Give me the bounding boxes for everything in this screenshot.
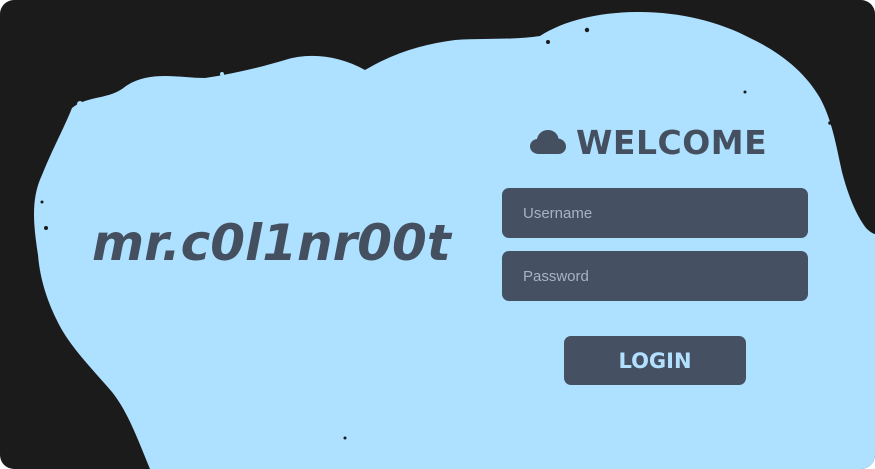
login-page: mr.c0l1nr00t WELCOME LOGIN — [0, 0, 875, 469]
username-input[interactable] — [502, 188, 808, 238]
welcome-text: WELCOME — [576, 122, 768, 162]
brand-title: mr.c0l1nr00t — [92, 214, 451, 272]
login-button[interactable]: LOGIN — [564, 336, 746, 385]
password-input[interactable] — [502, 251, 808, 301]
welcome-heading: WELCOME — [530, 118, 767, 166]
cloud-icon — [530, 130, 566, 154]
